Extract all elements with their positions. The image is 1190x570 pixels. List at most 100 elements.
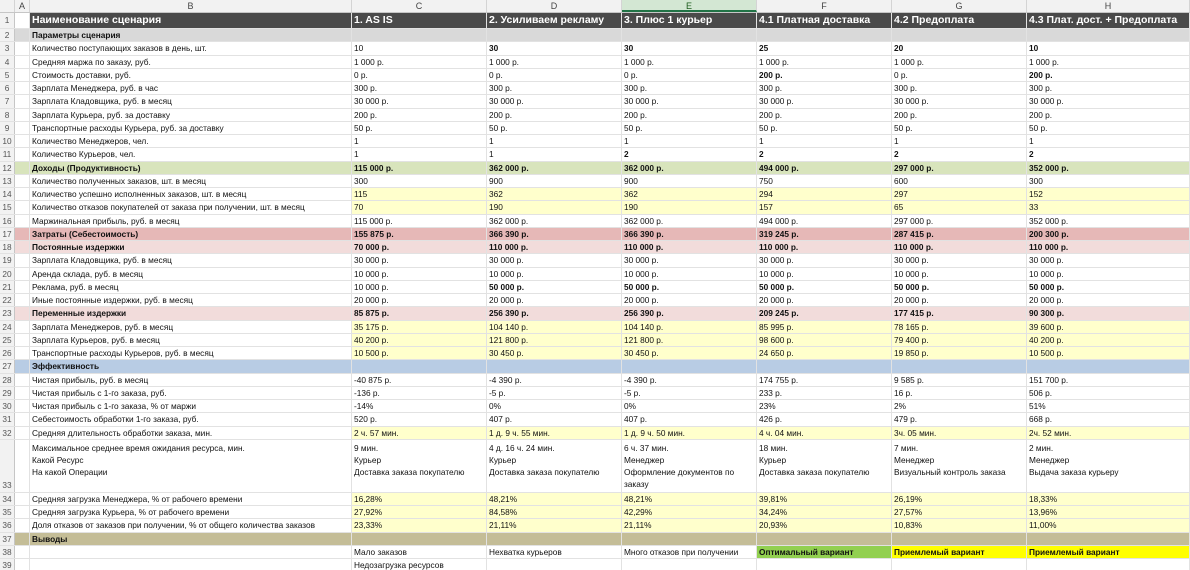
value-cell[interactable]: 33 (1027, 201, 1190, 214)
value-cell[interactable]: 48,21% (487, 492, 622, 505)
value-cell[interactable]: 900 (622, 174, 757, 187)
section-title[interactable]: Эффективность (30, 360, 352, 373)
value-cell[interactable]: 110 000 р. (892, 241, 1027, 254)
cell[interactable] (15, 29, 30, 42)
cell[interactable] (892, 360, 1027, 373)
value-cell[interactable]: 24 650 р. (757, 347, 892, 360)
value-cell[interactable]: 21,11% (622, 519, 757, 532)
value-cell[interactable]: 50 000 р. (1027, 280, 1190, 293)
row-label[interactable] (30, 559, 352, 570)
value-cell[interactable]: 1 (487, 135, 622, 148)
scenario-c-header[interactable]: 1. AS IS (352, 13, 487, 28)
row-number[interactable]: 30 (0, 400, 15, 413)
row-label[interactable]: Реклама, руб. в месяц (30, 280, 352, 293)
value-cell[interactable]: 30 (487, 42, 622, 55)
value-cell[interactable]: 27,57% (892, 506, 1027, 519)
value-cell[interactable]: 10 (352, 42, 487, 55)
value-cell[interactable]: 115 (352, 188, 487, 201)
value-cell[interactable]: 2 ч. 57 мин. (352, 426, 487, 439)
row-number[interactable]: 2 (0, 29, 15, 42)
row-number[interactable]: 12 (0, 161, 15, 174)
value-cell[interactable]: 177 415 р. (892, 307, 1027, 320)
value-cell[interactable]: 10 000 р. (892, 267, 1027, 280)
value-cell[interactable]: 300 р. (1027, 82, 1190, 95)
row-number[interactable]: 4 (0, 55, 15, 68)
value-cell[interactable]: 2 (757, 148, 892, 161)
value-cell[interactable]: 300 (352, 174, 487, 187)
value-cell[interactable]: 20 000 р. (757, 294, 892, 307)
value-cell[interactable]: 1 (757, 135, 892, 148)
value-cell[interactable]: 50 р. (757, 121, 892, 134)
value-cell[interactable]: 200 300 р. (1027, 227, 1190, 240)
value-cell[interactable]: 352 000 р. (1027, 161, 1190, 174)
col-header-d[interactable]: D (487, 0, 622, 12)
col-header-a[interactable]: A (15, 0, 30, 12)
row-label[interactable]: Чистая прибыль с 1-го заказа, % от маржи (30, 400, 352, 413)
cell[interactable] (15, 347, 30, 360)
value-cell[interactable]: 209 245 р. (757, 307, 892, 320)
col-header-e[interactable]: E (622, 0, 757, 12)
row-label[interactable]: Доходы (Продуктивность) (30, 161, 352, 174)
value-cell[interactable]: 0% (622, 400, 757, 413)
cell[interactable] (15, 333, 30, 346)
conclusion-cell[interactable]: Мало заказов (352, 545, 487, 558)
value-cell[interactable]: 297 (892, 188, 1027, 201)
row-label[interactable]: Средняя длительность обработки заказа, м… (30, 426, 352, 439)
row-label[interactable]: Постоянные издержки (30, 241, 352, 254)
value-cell[interactable]: 98 600 р. (757, 333, 892, 346)
value-cell[interactable]: 30 000 р. (892, 254, 1027, 267)
value-cell[interactable]: 7 мин. Менеджер Визуальный контроль заказа (892, 439, 1027, 492)
value-cell[interactable]: 362 000 р. (622, 161, 757, 174)
cell[interactable] (15, 559, 30, 570)
row-label[interactable]: Транспортные расходы Курьера, руб. за до… (30, 121, 352, 134)
value-cell[interactable]: 4 ч. 04 мин. (757, 426, 892, 439)
value-cell[interactable]: -5 р. (487, 386, 622, 399)
value-cell[interactable]: 84,58% (487, 506, 622, 519)
row-label[interactable]: Переменные издержки (30, 307, 352, 320)
row-label[interactable]: Доля отказов от заказов при получении, %… (30, 519, 352, 532)
row-number[interactable]: 8 (0, 108, 15, 121)
cell[interactable] (1027, 29, 1190, 42)
row-number[interactable]: 38 (0, 545, 15, 558)
value-cell[interactable]: 10,83% (892, 519, 1027, 532)
value-cell[interactable]: 233 р. (757, 386, 892, 399)
value-cell[interactable]: 9 585 р. (892, 373, 1027, 386)
row-number[interactable]: 33 (0, 439, 15, 492)
row-number[interactable]: 37 (0, 532, 15, 545)
row-number[interactable]: 20 (0, 267, 15, 280)
cell[interactable] (622, 360, 757, 373)
value-cell[interactable]: 362 000 р. (622, 214, 757, 227)
value-cell[interactable]: 34,24% (757, 506, 892, 519)
row-number[interactable]: 23 (0, 307, 15, 320)
row-number[interactable]: 16 (0, 214, 15, 227)
value-cell[interactable]: 297 000 р. (892, 214, 1027, 227)
value-cell[interactable]: 30 450 р. (487, 347, 622, 360)
cell[interactable] (622, 532, 757, 545)
value-cell[interactable]: 300 р. (487, 82, 622, 95)
cell[interactable] (15, 492, 30, 505)
value-cell[interactable]: 40 200 р. (1027, 333, 1190, 346)
value-cell[interactable]: 23,33% (352, 519, 487, 532)
value-cell[interactable]: 30 000 р. (352, 95, 487, 108)
value-cell[interactable]: 121 800 р. (487, 333, 622, 346)
value-cell[interactable]: 11,00% (1027, 519, 1190, 532)
value-cell[interactable]: 50 р. (1027, 121, 1190, 134)
value-cell[interactable]: 30 000 р. (622, 95, 757, 108)
value-cell[interactable] (622, 559, 757, 570)
cell[interactable] (757, 360, 892, 373)
value-cell[interactable]: 0% (487, 400, 622, 413)
row-number[interactable]: 17 (0, 227, 15, 240)
cell[interactable] (15, 241, 30, 254)
value-cell[interactable]: 294 (757, 188, 892, 201)
cell[interactable] (15, 506, 30, 519)
value-cell[interactable]: 200 р. (1027, 108, 1190, 121)
cell[interactable] (757, 29, 892, 42)
col-header-h[interactable]: H (1027, 0, 1190, 12)
value-cell[interactable]: 110 000 р. (757, 241, 892, 254)
row-label[interactable]: Затраты (Себестоимость) (30, 227, 352, 240)
row-label[interactable]: Средняя загрузка Менеджера, % от рабочег… (30, 492, 352, 505)
cell[interactable] (15, 201, 30, 214)
cell[interactable] (352, 360, 487, 373)
value-cell[interactable]: 18,33% (1027, 492, 1190, 505)
cell[interactable] (892, 532, 1027, 545)
